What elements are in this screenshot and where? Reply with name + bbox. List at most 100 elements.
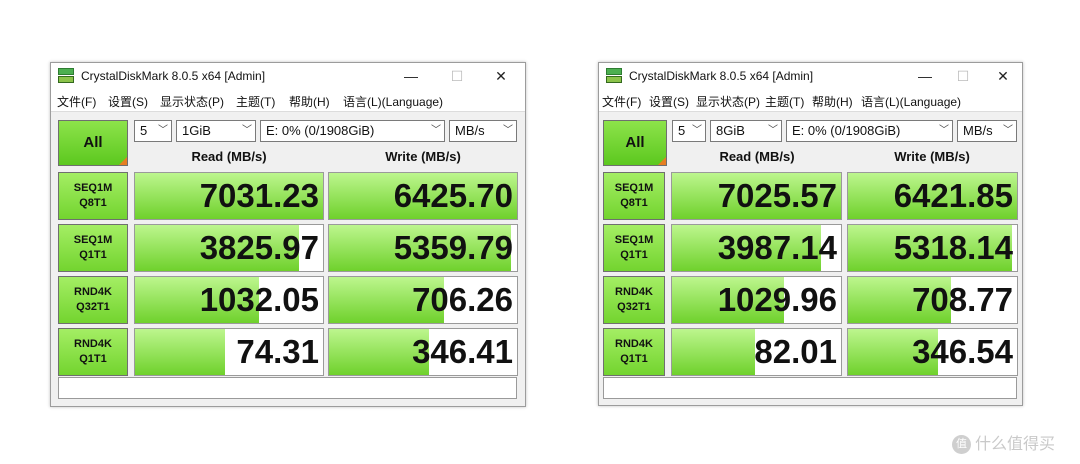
chevron-down-icon: ﹀ <box>242 125 252 136</box>
minimize-button[interactable]: — <box>912 66 938 86</box>
test-queue: Q1T1 <box>620 249 648 261</box>
test-queue: Q1T1 <box>79 249 107 261</box>
test-name: RND4K <box>615 286 653 298</box>
menu-help[interactable]: 帮助(H) <box>289 93 330 110</box>
test-count-value: 5 <box>140 123 148 138</box>
status-bar <box>603 377 1017 399</box>
all-button[interactable]: All <box>58 120 128 166</box>
all-button[interactable]: All <box>603 120 667 166</box>
unit-select[interactable]: MB/s ﹀ <box>957 120 1017 142</box>
read-result-value: 3825.97 <box>199 229 319 266</box>
test-name: RND4K <box>615 338 653 350</box>
all-button-label: All <box>625 134 645 151</box>
chevron-down-icon: ﹀ <box>768 125 778 136</box>
read-result-cell: 3987.14 <box>671 224 842 272</box>
test-rnd4k-q32t1-button[interactable]: RND4K Q32T1 <box>58 276 128 324</box>
test-name: RND4K <box>74 286 112 298</box>
test-rnd4k-q1t1-button[interactable]: RND4K Q1T1 <box>603 328 665 376</box>
close-button[interactable]: ✕ <box>990 66 1016 86</box>
menu-settings[interactable]: 设置(S) <box>108 93 148 110</box>
unit-value: MB/s <box>963 123 993 138</box>
chevron-down-icon: ﹀ <box>692 125 702 136</box>
status-bar <box>58 377 517 399</box>
drive-select[interactable]: E: 0% (0/1908GiB) ﹀ <box>260 120 445 142</box>
read-result-value: 1032.05 <box>199 281 319 318</box>
menu-help[interactable]: 帮助(H) <box>812 93 853 110</box>
unit-select[interactable]: MB/s ﹀ <box>449 120 517 142</box>
test-size-select[interactable]: 1GiB ﹀ <box>176 120 256 142</box>
menu-theme[interactable]: 主题(T) <box>236 93 275 110</box>
read-result-cell: 3825.97 <box>134 224 324 272</box>
write-result-value: 346.54 <box>912 333 1013 370</box>
test-seq1m-q1t1-button[interactable]: SEQ1M Q1T1 <box>58 224 128 272</box>
read-result-bar <box>672 329 755 375</box>
menu-file[interactable]: 文件(F) <box>57 93 96 110</box>
test-count-select[interactable]: 5 ﹀ <box>672 120 706 142</box>
write-result-cell: 706.26 <box>328 276 518 324</box>
test-seq1m-q8t1-button[interactable]: SEQ1M Q8T1 <box>603 172 665 220</box>
read-result-value: 74.31 <box>236 333 319 370</box>
window-title: CrystalDiskMark 8.0.5 x64 [Admin] <box>629 69 814 83</box>
test-name: SEQ1M <box>73 182 113 194</box>
crystaldiskmark-window-1kb: CrystalDiskMark 8.0.5 x64 [Admin] — ☐ ✕ … <box>50 62 526 407</box>
read-result-cell: 1032.05 <box>134 276 324 324</box>
drive-select[interactable]: E: 0% (0/1908GiB) ﹀ <box>786 120 953 142</box>
write-result-cell: 5318.14 <box>847 224 1018 272</box>
read-header: Read (MB/s) <box>719 149 795 164</box>
menu-view[interactable]: 显示状态(P) <box>160 93 224 110</box>
write-header: Write (MB/s) <box>385 149 461 164</box>
test-rnd4k-q32t1-button[interactable]: RND4K Q32T1 <box>603 276 665 324</box>
menu-language[interactable]: 语言(L)(Language) <box>861 93 961 110</box>
test-queue: Q8T1 <box>620 197 648 209</box>
write-result-cell: 346.41 <box>328 328 518 376</box>
unit-value: MB/s <box>455 123 485 138</box>
watermark-logo-icon: 值 <box>952 435 971 455</box>
read-result-bar <box>135 329 226 375</box>
read-result-cell: 74.31 <box>134 328 324 376</box>
write-result-cell: 346.54 <box>847 328 1018 376</box>
test-count-select[interactable]: 5 ﹀ <box>134 120 172 142</box>
window-title: CrystalDiskMark 8.0.5 x64 [Admin] <box>81 69 266 83</box>
test-size-value: 8GiB <box>716 123 745 138</box>
read-header: Read (MB/s) <box>191 149 267 164</box>
write-result-value: 5359.79 <box>393 229 513 266</box>
test-queue: Q1T1 <box>620 353 648 365</box>
menu-theme[interactable]: 主题(T) <box>765 93 804 110</box>
read-result-value: 1029.96 <box>717 281 837 318</box>
read-result-cell: 7031.23 <box>134 172 324 220</box>
test-size-select[interactable]: 8GiB ﹀ <box>710 120 782 142</box>
benchmark-panel: All 5 ﹀ 1GiB ﹀ E: 0% (0/1908GiB) ﹀ MB/s ﹀ Re… <box>51 111 525 406</box>
menu-bar: 文件(F) 设置(S) 显示状态(P) 主题(T) 帮助(H) 语言(L)(La… <box>599 89 1022 111</box>
watermark-text: 什么值得买 <box>975 436 1056 453</box>
test-name: SEQ1M <box>73 234 113 246</box>
test-count-value: 5 <box>678 123 686 138</box>
all-button-label: All <box>83 134 103 151</box>
menu-settings[interactable]: 设置(S) <box>649 93 689 110</box>
minimize-button[interactable]: — <box>398 66 424 86</box>
write-result-cell: 6421.85 <box>847 172 1018 220</box>
menu-language[interactable]: 语言(L)(Language) <box>343 93 443 110</box>
test-rnd4k-q1t1-button[interactable]: RND4K Q1T1 <box>58 328 128 376</box>
title-bar[interactable]: CrystalDiskMark 8.0.5 x64 [Admin] — ☐ ✕ <box>599 63 1022 89</box>
read-result-value: 82.01 <box>754 333 837 370</box>
menu-view[interactable]: 显示状态(P) <box>696 93 760 110</box>
menu-file[interactable]: 文件(F) <box>602 93 641 110</box>
read-result-value: 3987.14 <box>717 229 837 266</box>
read-result-value: 7025.57 <box>717 177 837 214</box>
chevron-down-icon: ﹀ <box>939 125 949 136</box>
write-result-value: 346.41 <box>412 333 513 370</box>
test-seq1m-q1t1-button[interactable]: SEQ1M Q1T1 <box>603 224 665 272</box>
maximize-button[interactable]: ☐ <box>950 66 976 86</box>
maximize-button[interactable]: ☐ <box>444 66 470 86</box>
write-result-value: 708.77 <box>912 281 1013 318</box>
test-queue: Q32T1 <box>76 301 110 313</box>
write-result-cell: 6425.70 <box>328 172 518 220</box>
test-queue: Q32T1 <box>617 301 651 313</box>
write-result-cell: 708.77 <box>847 276 1018 324</box>
close-button[interactable]: ✕ <box>488 66 514 86</box>
test-seq1m-q8t1-button[interactable]: SEQ1M Q8T1 <box>58 172 128 220</box>
read-result-cell: 82.01 <box>671 328 842 376</box>
write-result-value: 6421.85 <box>893 177 1013 214</box>
benchmark-panel: All 5 ﹀ 8GiB ﹀ E: 0% (0/1908GiB) ﹀ MB/s ﹀ Re… <box>599 111 1022 405</box>
title-bar[interactable]: CrystalDiskMark 8.0.5 x64 [Admin] — ☐ ✕ <box>51 63 525 89</box>
